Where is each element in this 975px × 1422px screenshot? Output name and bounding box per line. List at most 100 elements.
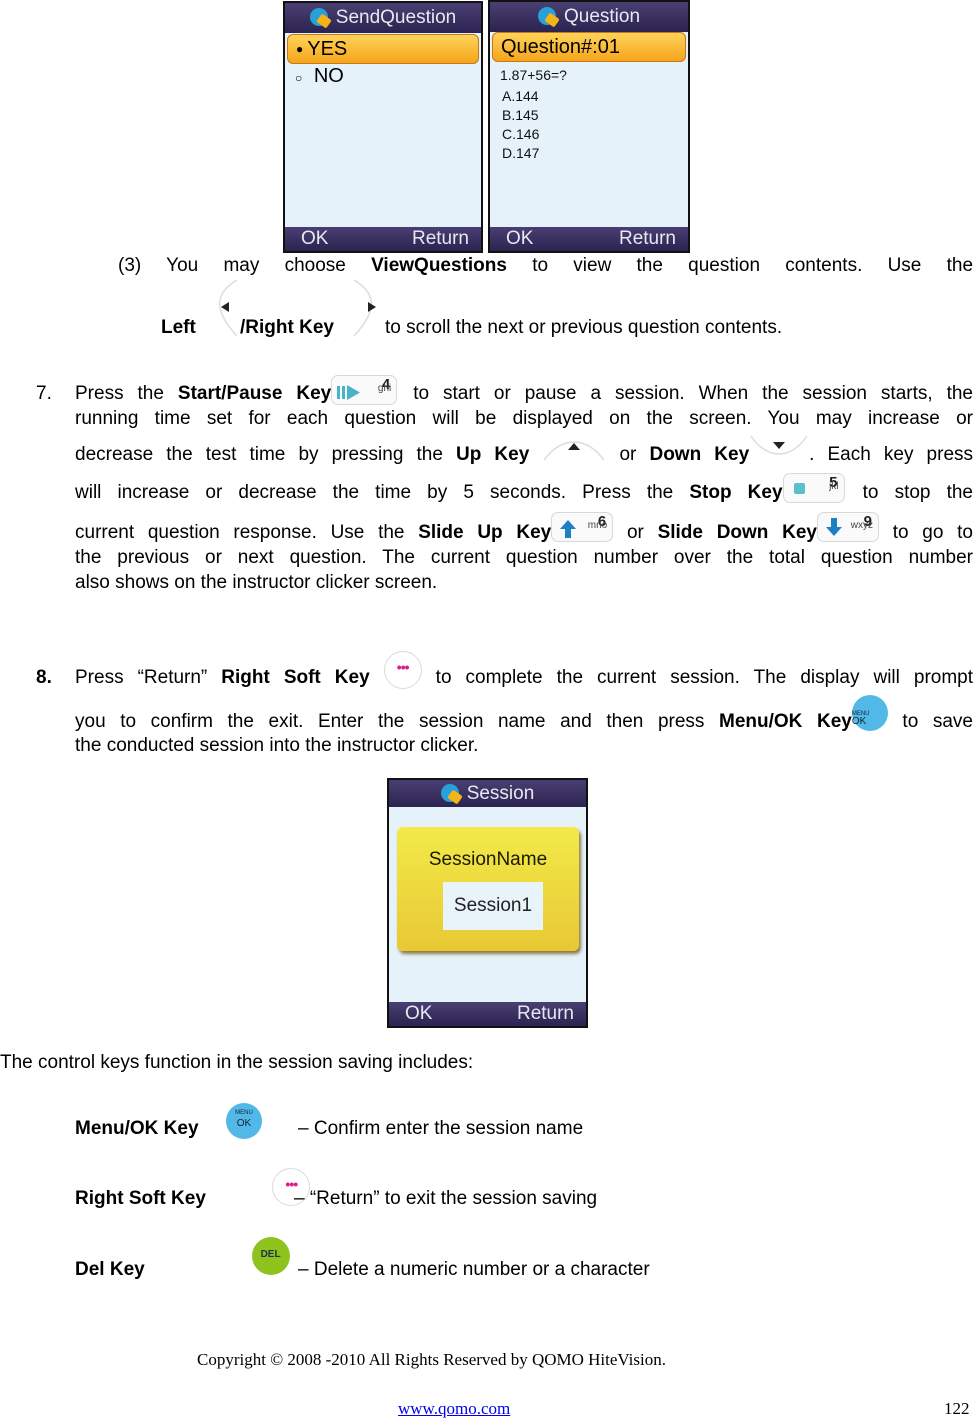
step7-line4: will increase or decrease the time by 5 … (75, 472, 973, 505)
up-key-icon (542, 434, 606, 462)
page-number: 122 (944, 1399, 970, 1418)
key-bottom-label: OK (851, 715, 867, 727)
step8-line3: the conducted session into the instructo… (75, 735, 479, 756)
question-number-bar: Question#:01 (492, 32, 686, 62)
start-pause-key-icon: 4 ghi (331, 374, 398, 405)
down-key-icon (749, 434, 809, 462)
bold-term: Slide Up Key (418, 522, 552, 543)
answer-a: A.144 (502, 88, 539, 104)
answer-b: B.145 (502, 107, 539, 123)
bold-term: /Right Key (240, 317, 334, 338)
left-key-icon (203, 278, 238, 338)
control-item-menu-ok: Menu/OK Key (75, 1117, 199, 1141)
bold-term: Start/Pause Key (177, 383, 332, 404)
step3-line2c: to scroll the next or previous question … (385, 316, 782, 340)
session-name-input[interactable]: Session1 (443, 882, 543, 930)
screen-title-bar: Question (490, 2, 688, 32)
session-name-dialog: SessionName Session1 (397, 827, 579, 951)
control-key-name: Right Soft Key (75, 1188, 206, 1209)
text: Press “Return” (75, 667, 208, 688)
step-number: (3) (118, 255, 142, 276)
step3-line2: Left (161, 316, 196, 340)
app-logo-icon (309, 8, 332, 29)
option-label: NO (313, 65, 344, 87)
dots-icon: ••• (396, 659, 410, 676)
key-letters: ghi (377, 382, 392, 394)
key-letters: jkl (829, 480, 839, 492)
bold-term: Up Key (456, 444, 530, 465)
control-key-name: Del Key (75, 1259, 145, 1280)
option-yes[interactable]: ● YES (287, 34, 479, 64)
text: to view the question contents. Use the (532, 255, 974, 276)
question-text: 1.87+56=? (500, 67, 567, 83)
control-item-right-soft: Right Soft Key (75, 1187, 206, 1211)
screen-title-bar: SendQuestion (285, 3, 481, 33)
soft-key-bar: OK Return (490, 227, 688, 251)
radio-selected-icon: ● (296, 42, 304, 56)
step3-line1: (3) You may choose ViewQuestions to view… (118, 254, 973, 278)
bold-term: Slide Down Key (657, 522, 817, 543)
step8-line1: Press “Return” Right Soft Key ••• to com… (75, 650, 973, 690)
key-letters: wxyz (850, 519, 873, 531)
option-label: YES (307, 37, 348, 60)
left-soft-label[interactable]: OK (506, 228, 533, 250)
text: to scroll the next or previous question … (385, 317, 783, 338)
stop-key-icon: 5 jkl (782, 472, 845, 503)
bold-term: Menu/OK Key (719, 711, 852, 732)
screen-title-bar: Session (389, 780, 586, 807)
session-name-label: SessionName (428, 849, 548, 870)
soft-key-bar: OK Return (389, 1002, 586, 1026)
session-screen: Session SessionName Session1 OK Return (387, 778, 588, 1028)
answer-d: D.147 (502, 145, 540, 161)
control-desc: – “Return” to exit the session saving (294, 1188, 598, 1209)
step7-line5: current question response. Use the Slide… (75, 511, 973, 545)
menu-ok-key-icon: MENU OK (226, 1103, 262, 1139)
soft-key-bar: OK Return (285, 227, 481, 251)
step7-line6: the previous or next question. The curre… (75, 547, 973, 568)
control-desc: – Delete a numeric number or a character (298, 1259, 650, 1280)
step3-line2b: /Right Key (240, 316, 334, 340)
website-link[interactable]: www.qomo.com (398, 1399, 510, 1419)
step7-number: 7. (36, 383, 52, 404)
text: current question response. Use the (75, 522, 405, 543)
answer-c: C.146 (502, 126, 540, 142)
text: You may choose (166, 255, 346, 276)
session-name-value: Session1 (453, 895, 533, 916)
right-soft-label[interactable]: Return (412, 228, 469, 250)
right-soft-label[interactable]: Return (517, 1003, 574, 1025)
text: to go to (892, 522, 973, 543)
stop-square-icon (793, 482, 805, 494)
option-no[interactable]: ○ NO (295, 65, 344, 88)
step8-line2: you to confirm the exit. Enter the sessi… (75, 694, 973, 734)
copyright: Copyright © 2008 -2010 All Rights Reserv… (197, 1350, 666, 1369)
text: to save (902, 711, 973, 732)
right-soft-label[interactable]: Return (619, 228, 676, 250)
left-soft-label[interactable]: OK (405, 1003, 432, 1025)
app-logo-icon (537, 7, 560, 28)
text: to start or pause a session. When the se… (413, 383, 974, 404)
key-label: DEL (260, 1249, 281, 1260)
bold-term: Left (161, 317, 196, 338)
sendquestion-screen: SendQuestion ● YES ○ NO OK Return (283, 1, 483, 253)
step8-number: 8. (36, 666, 52, 690)
screen-title: Session (466, 782, 535, 804)
step-number: 8. (36, 667, 52, 688)
right-key-icon (352, 278, 386, 338)
key-letters: mno (587, 519, 608, 531)
step7-line3: decrease the test time by pressing the U… (75, 435, 973, 467)
menu-ok-key-icon: MENU OK (851, 694, 888, 731)
screen-title: Question (563, 6, 641, 27)
step7-line1: Press the Start/Pause Key 4 ghi to start… (75, 374, 974, 406)
del-key-icon: DEL (251, 1237, 290, 1275)
controls-intro: The control keys function in the session… (0, 1052, 474, 1073)
screen-title: SendQuestion (335, 7, 457, 28)
left-soft-label[interactable]: OK (301, 228, 328, 250)
text: will increase or decrease the time by 5 … (75, 482, 674, 503)
control-item-del: Del Key (75, 1258, 145, 1282)
slide-down-key-icon: 9 wxyz (817, 511, 879, 542)
control-key-name: Menu/OK Key (75, 1118, 199, 1139)
control-desc: – Confirm enter the session name (298, 1118, 584, 1139)
bold-term: Right Soft Key (221, 667, 370, 688)
slide-up-key-icon: 6 mno (551, 511, 614, 542)
question-number: Question#:01 (501, 35, 620, 58)
